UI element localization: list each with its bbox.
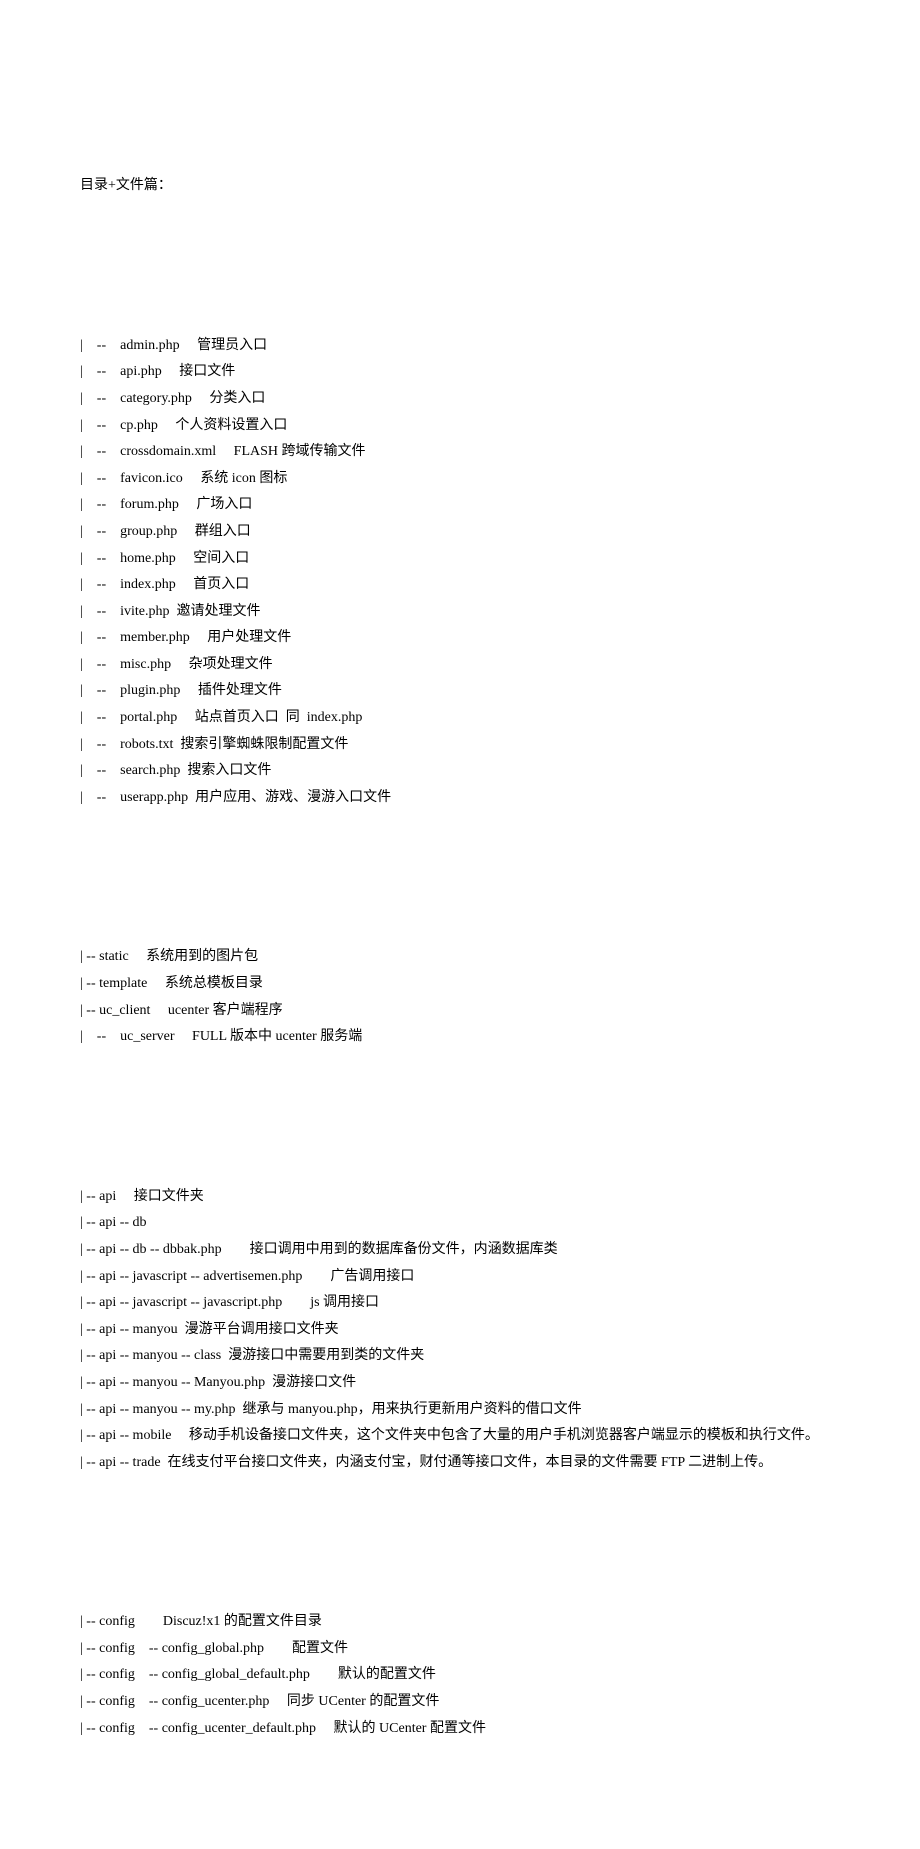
file-entry: | -- static 系统用到的图片包 — [80, 944, 840, 971]
file-entry: | -- index.php 首页入口 — [80, 572, 840, 599]
section-config: | -- config Discuz!x1 的配置文件目录| -- config… — [80, 1609, 840, 1742]
file-entry: | -- ivite.php 邀请处理文件 — [80, 599, 840, 626]
file-entry: | -- group.php 群组入口 — [80, 519, 840, 546]
section-static-template: | -- static 系统用到的图片包| -- template 系统总模板目… — [80, 944, 840, 1050]
section-api: | -- api 接口文件夹| -- api -- db| -- api -- … — [80, 1184, 840, 1477]
file-entry: | -- portal.php 站点首页入口 同 index.php — [80, 705, 840, 732]
file-entry: | -- forum.php 广场入口 — [80, 492, 840, 519]
file-entry: | -- uc_client ucenter 客户端程序 — [80, 998, 840, 1025]
blank-line — [80, 253, 840, 280]
file-entry: | -- api -- mobile 移动手机设备接口文件夹，这个文件夹中包含了… — [80, 1423, 840, 1450]
file-entry: | -- api.php 接口文件 — [80, 359, 840, 386]
file-entry: | -- admin.php 管理员入口 — [80, 333, 840, 360]
file-entry: | -- api -- manyou -- class 漫游接口中需要用到类的文… — [80, 1343, 840, 1370]
file-entry: | -- config -- config_ucenter_default.ph… — [80, 1716, 840, 1743]
file-entry: | -- api -- manyou -- Manyou.php 漫游接口文件 — [80, 1370, 840, 1397]
file-entry: | -- api 接口文件夹 — [80, 1184, 840, 1211]
file-entry: | -- api -- db — [80, 1210, 840, 1237]
file-entry: | -- template 系统总模板目录 — [80, 971, 840, 998]
file-entry: | -- uc_server FULL 版本中 ucenter 服务端 — [80, 1024, 840, 1051]
file-entry: | -- api -- db -- dbbak.php 接口调用中用到的数据库备… — [80, 1237, 840, 1264]
file-entry: | -- member.php 用户处理文件 — [80, 625, 840, 652]
file-entry: | -- category.php 分类入口 — [80, 386, 840, 413]
blank-line — [80, 1104, 840, 1131]
file-entry: | -- api -- manyou -- my.php 继承与 manyou.… — [80, 1397, 840, 1424]
file-entry: | -- favicon.ico 系统 icon 图标 — [80, 466, 840, 493]
file-entry: | -- home.php 空间入口 — [80, 546, 840, 573]
file-entry: | -- userapp.php 用户应用、游戏、漫游入口文件 — [80, 785, 840, 812]
file-entry: | -- config -- config_global_default.php… — [80, 1662, 840, 1689]
section-root-files: | -- admin.php 管理员入口| -- api.php 接口文件| -… — [80, 333, 840, 812]
file-entry: | -- api -- javascript -- advertisemen.p… — [80, 1264, 840, 1291]
file-entry: | -- robots.txt 搜索引擎蜘蛛限制配置文件 — [80, 732, 840, 759]
file-entry: | -- config Discuz!x1 的配置文件目录 — [80, 1609, 840, 1636]
file-entry: | -- api -- trade 在线支付平台接口文件夹，内涵支付宝，财付通等… — [80, 1450, 840, 1477]
file-entry: | -- api -- manyou 漫游平台调用接口文件夹 — [80, 1317, 840, 1344]
file-entry: | -- crossdomain.xml FLASH 跨域传输文件 — [80, 439, 840, 466]
file-entry: | -- misc.php 杂项处理文件 — [80, 652, 840, 679]
document-content: 目录+文件篇： | -- admin.php 管理员入口| -- api.php… — [80, 120, 840, 1769]
document-title: 目录+文件篇： — [80, 173, 840, 200]
blank-line — [80, 865, 840, 892]
file-entry: | -- cp.php 个人资料设置入口 — [80, 413, 840, 440]
blank-line — [80, 1529, 840, 1556]
file-entry: | -- config -- config_ucenter.php 同步 UCe… — [80, 1689, 840, 1716]
file-entry: | -- plugin.php 插件处理文件 — [80, 678, 840, 705]
file-entry: | -- search.php 搜索入口文件 — [80, 758, 840, 785]
file-entry: | -- config -- config_global.php 配置文件 — [80, 1636, 840, 1663]
file-entry: | -- api -- javascript -- javascript.php… — [80, 1290, 840, 1317]
